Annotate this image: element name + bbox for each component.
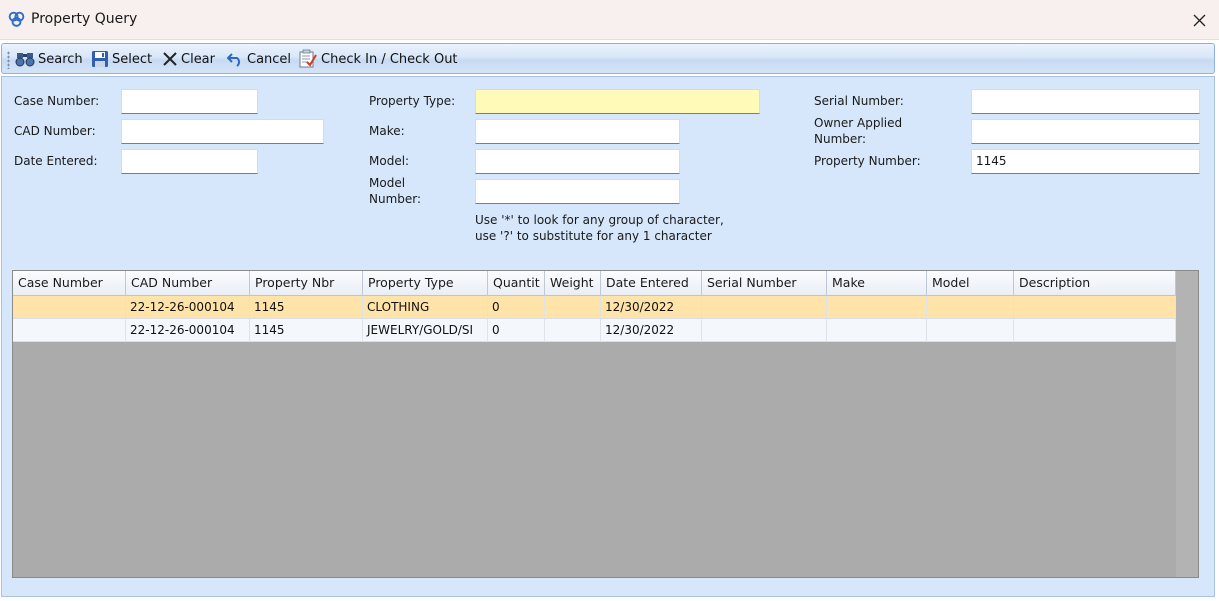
cell-description [1014, 319, 1176, 342]
grid-empty-area [1176, 271, 1198, 577]
table-row[interactable]: 22-12-26-000104 1145 CLOTHING 0 12/30/20… [13, 296, 1176, 319]
clear-x-icon [163, 52, 177, 66]
cell-weight [545, 296, 601, 319]
cell-property-nbr: 1145 [250, 296, 363, 319]
model-input[interactable] [475, 149, 680, 174]
cell-case-number [13, 319, 126, 342]
results-grid-table: Case Number CAD Number Property Nbr Prop… [13, 271, 1176, 342]
cell-description [1014, 296, 1176, 319]
serial-number-input[interactable] [971, 89, 1200, 114]
property-type-label: Property Type: [369, 94, 456, 108]
close-button[interactable] [1179, 0, 1219, 40]
cad-number-input[interactable] [121, 119, 324, 144]
date-entered-label: Date Entered: [14, 154, 98, 168]
make-label: Make: [369, 124, 405, 138]
cell-model [927, 296, 1014, 319]
model-number-input[interactable] [475, 179, 680, 204]
title-bar: Property Query [0, 0, 1219, 40]
column-header-serial-number[interactable]: Serial Number [702, 271, 827, 296]
cell-property-nbr: 1145 [250, 319, 363, 342]
column-header-model[interactable]: Model [927, 271, 1014, 296]
property-type-input[interactable] [475, 89, 760, 114]
column-header-description[interactable]: Description [1014, 271, 1176, 296]
clear-button[interactable]: Clear [162, 48, 215, 70]
model-number-label-line2: Number: [369, 192, 422, 206]
serial-number-label: Serial Number: [814, 94, 904, 108]
owner-applied-number-label-line2: Number: [814, 132, 867, 146]
select-button[interactable]: Select [91, 48, 152, 70]
grid-header-row: Case Number CAD Number Property Nbr Prop… [13, 271, 1176, 296]
clear-button-label: Clear [181, 51, 215, 67]
table-row[interactable]: 22-12-26-000104 1145 JEWELRY/GOLD/SI 0 1… [13, 319, 1176, 342]
model-number-label-line1: Model [369, 176, 406, 190]
undo-icon [227, 53, 240, 67]
check-in-out-button[interactable]: Check In / Check Out [298, 48, 458, 70]
column-header-cad-number[interactable]: CAD Number [126, 271, 250, 296]
search-button[interactable]: Search [15, 48, 83, 70]
column-header-make[interactable]: Make [827, 271, 927, 296]
owner-applied-number-input[interactable] [971, 119, 1200, 144]
cell-date-entered: 12/30/2022 [601, 296, 702, 319]
cell-weight [545, 319, 601, 342]
column-header-date-entered[interactable]: Date Entered [601, 271, 702, 296]
cell-property-type: JEWELRY/GOLD/SI [363, 319, 488, 342]
search-button-label: Search [38, 51, 83, 67]
toolbar: Search Select Clear Cancel Check In / Ch… [1, 43, 1215, 74]
app-logo-icon [8, 11, 25, 27]
column-header-property-nbr[interactable]: Property Nbr [250, 271, 363, 296]
case-number-input[interactable] [121, 89, 258, 114]
column-header-property-type[interactable]: Property Type [363, 271, 488, 296]
column-header-quantity[interactable]: Quantit [488, 271, 545, 296]
cell-quantity: 0 [488, 296, 545, 319]
save-disk-icon [92, 51, 108, 67]
cell-model [927, 319, 1014, 342]
cell-date-entered: 12/30/2022 [601, 319, 702, 342]
property-number-input[interactable]: 1145 [971, 149, 1200, 174]
cell-case-number [13, 296, 126, 319]
wildcard-hint-line1: Use '*' to look for any group of charact… [475, 213, 724, 227]
case-number-label: Case Number: [14, 94, 100, 108]
cell-cad-number: 22-12-26-000104 [126, 296, 250, 319]
select-button-label: Select [112, 51, 153, 67]
results-grid: Case Number CAD Number Property Nbr Prop… [12, 270, 1199, 578]
cell-property-type: CLOTHING [363, 296, 488, 319]
toolbar-grip[interactable] [7, 51, 10, 69]
column-header-weight[interactable]: Weight [545, 271, 601, 296]
close-icon [1193, 14, 1205, 26]
cell-cad-number: 22-12-26-000104 [126, 319, 250, 342]
wildcard-hint-line2: use '?' to substitute for any 1 characte… [475, 229, 712, 243]
column-header-case-number[interactable]: Case Number [13, 271, 126, 296]
owner-applied-number-label-line1: Owner Applied [814, 116, 903, 130]
check-in-out-button-label: Check In / Check Out [321, 51, 458, 67]
cancel-button-label: Cancel [247, 51, 292, 67]
cell-quantity: 0 [488, 319, 545, 342]
cell-serial-number [702, 296, 827, 319]
cad-number-label: CAD Number: [14, 124, 96, 138]
date-entered-input[interactable] [121, 149, 258, 174]
cell-make [827, 296, 927, 319]
model-label: Model: [369, 154, 410, 168]
binoculars-icon [15, 53, 35, 67]
make-input[interactable] [475, 119, 680, 144]
checklist-icon [299, 49, 317, 68]
cell-make [827, 319, 927, 342]
property-number-label: Property Number: [814, 154, 921, 168]
cancel-button[interactable]: Cancel [227, 48, 291, 70]
cell-serial-number [702, 319, 827, 342]
window-title: Property Query [31, 11, 138, 27]
